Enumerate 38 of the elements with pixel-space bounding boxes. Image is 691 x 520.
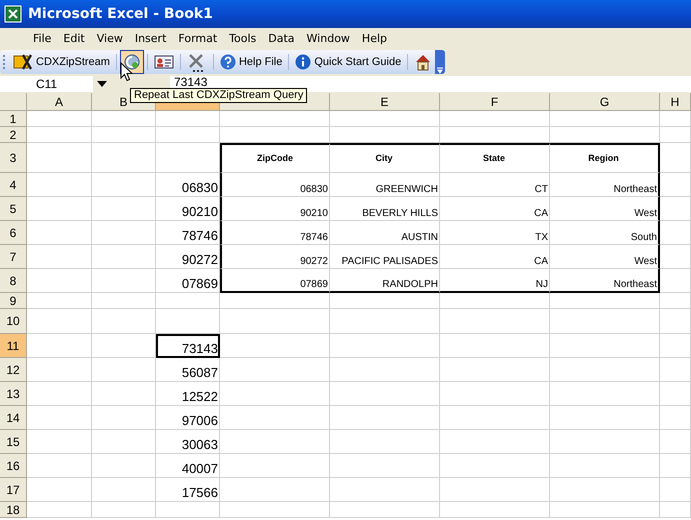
table-cell: Northeast	[550, 173, 660, 197]
table-cell: 78746	[220, 221, 330, 245]
table-cell: City	[330, 143, 440, 173]
table-cell: 17566	[156, 478, 220, 502]
table-cell: 78746	[156, 221, 220, 245]
table-cell: CA	[440, 197, 550, 221]
table-cell: 06830	[156, 173, 220, 197]
table-cell: RANDOLPH	[330, 269, 440, 293]
table-cell: AUSTIN	[330, 221, 440, 245]
table-cell: West	[550, 197, 660, 221]
table-cell: NJ	[440, 269, 550, 293]
table-cell: 73143	[156, 334, 220, 358]
table-cell: West	[550, 245, 660, 269]
table-cell: Region	[550, 143, 660, 173]
table-cell: GREENWICH	[330, 173, 440, 197]
table-cell: BEVERLY HILLS	[330, 197, 440, 221]
table-cell: 40007	[156, 454, 220, 478]
table-cell: ZipCode	[220, 143, 330, 173]
table-cell: 07869	[220, 269, 330, 293]
table-cell: 90210	[156, 197, 220, 221]
table-cell: CA	[440, 245, 550, 269]
table-cell: 12522	[156, 382, 220, 406]
table-cell: South	[550, 221, 660, 245]
table-cell: 90210	[220, 197, 330, 221]
tooltip: Repeat Last CDXZipStream Query	[130, 88, 308, 103]
table-cell: 97006	[156, 406, 220, 430]
window-title: Microsoft Excel - Book1	[28, 6, 213, 22]
table-cell: Northeast	[550, 269, 660, 293]
table-cell: PACIFIC PALISADES	[330, 245, 440, 269]
table-cell: CT	[440, 173, 550, 197]
table-cell: State	[440, 143, 550, 173]
table-cell: TX	[440, 221, 550, 245]
table-cell: 30063	[156, 430, 220, 454]
table-cell: 56087	[156, 358, 220, 382]
table-cell: 90272	[156, 245, 220, 269]
table-cell: 90272	[220, 245, 330, 269]
table-cell: 07869	[156, 269, 220, 293]
table-cell: 06830	[220, 173, 330, 197]
